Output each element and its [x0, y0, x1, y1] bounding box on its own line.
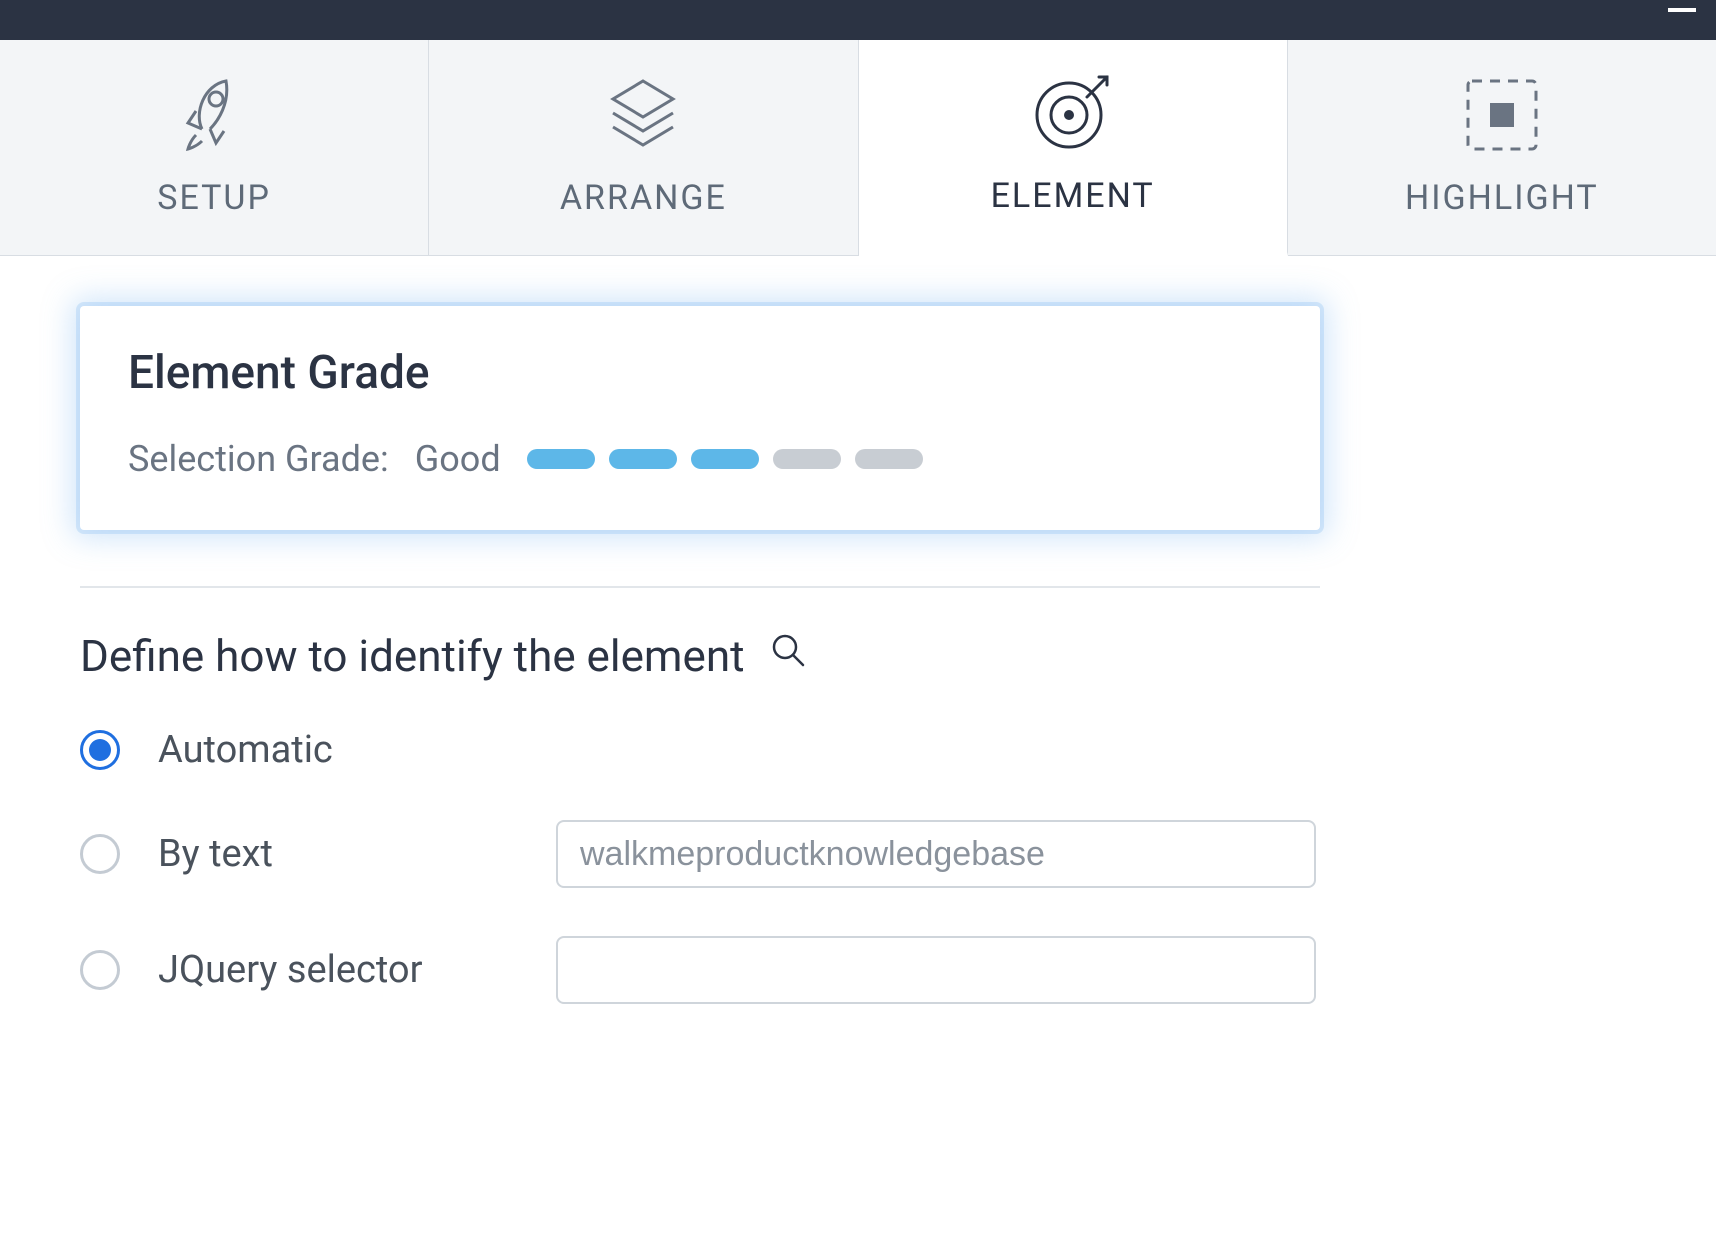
layers-icon: [599, 70, 687, 160]
radio-bytext[interactable]: [80, 834, 120, 874]
identify-title-text: Define how to identify the element: [80, 630, 745, 682]
tab-label: HIGHLIGHT: [1405, 178, 1599, 218]
magnifier-icon[interactable]: [769, 630, 809, 682]
identify-option-automatic[interactable]: Automatic: [80, 728, 1636, 772]
tab-label: SETUP: [157, 178, 271, 218]
bytext-input[interactable]: [556, 820, 1316, 888]
rocket-icon: [174, 70, 254, 160]
identify-option-jquery[interactable]: JQuery selector: [80, 936, 1636, 1004]
radio-label: By text: [158, 832, 518, 876]
tab-arrange[interactable]: ARRANGE: [429, 40, 858, 255]
grade-pill: [527, 449, 595, 469]
panel-body: Element Grade Selection Grade: Good Defi…: [0, 256, 1716, 1092]
tab-highlight[interactable]: HIGHLIGHT: [1288, 40, 1716, 255]
grade-pill: [691, 449, 759, 469]
jquery-input[interactable]: [556, 936, 1316, 1004]
grade-pills: [527, 449, 923, 469]
grade-pill: [609, 449, 677, 469]
grade-value: Good: [415, 438, 501, 480]
radio-label: JQuery selector: [158, 948, 518, 992]
card-title: Element Grade: [128, 346, 1272, 400]
element-grade-card: Element Grade Selection Grade: Good: [80, 306, 1320, 530]
identify-option-bytext[interactable]: By text: [80, 820, 1636, 888]
tab-label: ELEMENT: [991, 176, 1155, 216]
radio-jquery[interactable]: [80, 950, 120, 990]
tab-element[interactable]: ELEMENT: [859, 40, 1288, 256]
grade-pill: [855, 449, 923, 469]
radio-automatic[interactable]: [80, 730, 120, 770]
tab-bar: SETUP ARRANGE ELEMENT: [0, 40, 1716, 256]
menu-icon[interactable]: [1668, 8, 1696, 12]
tab-setup[interactable]: SETUP: [0, 40, 429, 255]
divider: [80, 586, 1320, 588]
radio-label: Automatic: [158, 728, 518, 772]
grade-label: Selection Grade:: [128, 438, 389, 480]
window-title-bar: [0, 0, 1716, 40]
tab-label: ARRANGE: [560, 178, 727, 218]
target-icon: [1029, 68, 1117, 158]
grade-pill: [773, 449, 841, 469]
identify-section-title: Define how to identify the element: [80, 630, 1636, 682]
square-dashed-icon: [1460, 70, 1544, 160]
